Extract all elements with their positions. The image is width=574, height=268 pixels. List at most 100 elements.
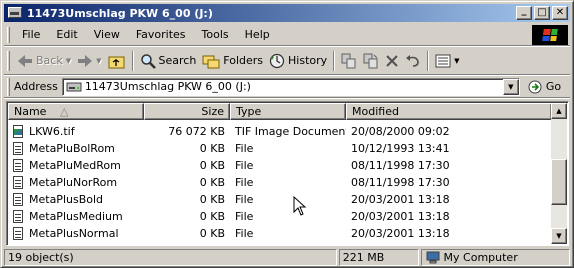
file-list[interactable]: Name △ Size Type Modified LKW6.tif 76 072… bbox=[6, 101, 569, 246]
menu-file[interactable]: File bbox=[14, 26, 48, 44]
toolbar-separator bbox=[131, 50, 134, 71]
minimize-button[interactable]: _ bbox=[516, 6, 532, 20]
menu-view[interactable]: View bbox=[86, 26, 128, 44]
cell-size: 0 KB bbox=[199, 142, 225, 155]
file-icon bbox=[11, 226, 25, 241]
search-icon bbox=[140, 53, 156, 69]
address-combobox[interactable]: 11473Umschlag PKW 6_00 (J:) ▼ bbox=[61, 77, 520, 96]
mouse-pointer-icon bbox=[293, 196, 307, 216]
tif-image-icon bbox=[11, 124, 25, 139]
menu-tools[interactable]: Tools bbox=[194, 26, 237, 44]
views-button[interactable]: ▼ bbox=[432, 49, 462, 73]
table-row[interactable]: MetaPlusBold 0 KB File 20/03/2001 13:18 bbox=[8, 191, 552, 208]
go-button[interactable]: Go bbox=[528, 80, 561, 94]
status-location: My Computer bbox=[420, 249, 570, 266]
forward-dropdown-icon: ▼ bbox=[96, 56, 102, 65]
close-button[interactable]: ✕ bbox=[552, 6, 568, 20]
table-row[interactable]: LKW6.tif 76 072 KB TIF Image Document 20/08… bbox=[8, 123, 552, 140]
back-button[interactable]: Back ▼ bbox=[14, 49, 74, 73]
maximize-button[interactable]: □ bbox=[534, 6, 550, 20]
address-label: Address bbox=[14, 80, 58, 93]
cell-name: MetaPlusMedium bbox=[8, 209, 144, 224]
standard-toolbar: Back ▼ ▼ Search Folders History ▼ bbox=[4, 47, 570, 75]
menu-grip[interactable] bbox=[7, 26, 10, 43]
chevron-up-icon: ▲ bbox=[556, 107, 562, 115]
move-to-button[interactable] bbox=[338, 49, 360, 73]
toolbar-grip[interactable] bbox=[7, 50, 10, 71]
search-button[interactable]: Search bbox=[137, 49, 200, 73]
search-label: Search bbox=[158, 54, 197, 67]
status-location-label: My Computer bbox=[443, 251, 518, 264]
cell-type: File bbox=[235, 210, 254, 223]
column-header-modified[interactable]: Modified bbox=[346, 103, 552, 120]
menu-help[interactable]: Help bbox=[237, 26, 278, 44]
close-icon: ✕ bbox=[555, 7, 565, 18]
file-icon bbox=[11, 158, 25, 173]
go-arrow-icon bbox=[528, 80, 542, 93]
history-label: History bbox=[288, 54, 328, 67]
status-size: 221 MB bbox=[338, 249, 419, 266]
forward-button[interactable]: ▼ bbox=[74, 49, 104, 73]
column-header-size[interactable]: Size bbox=[144, 103, 230, 120]
cell-size: 0 KB bbox=[199, 210, 225, 223]
chevron-down-icon: ▼ bbox=[508, 82, 514, 91]
scroll-thumb[interactable] bbox=[551, 159, 567, 205]
cell-modified: 08/11/1998 17:30 bbox=[351, 176, 450, 189]
table-row[interactable]: MetaPlusNormal 0 KB File 20/03/2001 13:18 bbox=[8, 225, 552, 242]
cell-modified: 10/12/1993 13:41 bbox=[351, 142, 450, 155]
column-header-name[interactable]: Name △ bbox=[8, 103, 144, 120]
drive-icon bbox=[7, 6, 23, 20]
file-icon bbox=[11, 175, 25, 190]
copy-to-icon bbox=[363, 53, 378, 68]
column-header-type[interactable]: Type bbox=[230, 103, 346, 120]
delete-icon bbox=[386, 54, 398, 67]
delete-button[interactable] bbox=[382, 49, 402, 73]
sort-ascending-icon: △ bbox=[59, 105, 69, 118]
cell-size: 76 072 KB bbox=[168, 125, 225, 138]
cell-size: 0 KB bbox=[199, 227, 225, 240]
menu-favorites[interactable]: Favorites bbox=[128, 26, 194, 44]
cell-name: MetaPluNorRom bbox=[8, 175, 144, 190]
cell-name: LKW6.tif bbox=[8, 124, 144, 139]
address-grip[interactable] bbox=[7, 77, 10, 96]
cell-modified: 08/11/1998 17:30 bbox=[351, 159, 450, 172]
file-name: LKW6.tif bbox=[29, 125, 75, 138]
move-to-icon bbox=[341, 53, 356, 68]
file-name: MetaPluBolRom bbox=[29, 142, 115, 155]
address-bar: Address 11473Umschlag PKW 6_00 (J:) ▼ Go bbox=[4, 76, 570, 98]
back-dropdown-icon: ▼ bbox=[65, 56, 72, 65]
title-bar[interactable]: 11473Umschlag PKW 6_00 (J:) _ □ ✕ bbox=[4, 4, 570, 22]
folders-icon bbox=[202, 55, 220, 68]
file-name: MetaPlusBold bbox=[29, 193, 104, 206]
cell-modified: 20/03/2001 13:18 bbox=[351, 227, 450, 240]
cell-modified: 20/03/2001 13:18 bbox=[351, 210, 450, 223]
status-objects: 19 object(s) bbox=[4, 249, 337, 266]
scroll-up-button[interactable]: ▲ bbox=[551, 103, 567, 119]
folders-button[interactable]: Folders bbox=[199, 49, 266, 73]
table-row[interactable]: MetaPlusMedium 0 KB File 20/03/2001 13:18 bbox=[8, 208, 552, 225]
cell-type: TIF Image Document bbox=[235, 125, 346, 138]
explorer-window: 11473Umschlag PKW 6_00 (J:) _ □ ✕ File E… bbox=[0, 0, 574, 268]
views-icon bbox=[435, 54, 451, 67]
address-dropdown-button[interactable]: ▼ bbox=[502, 78, 519, 95]
history-button[interactable]: History bbox=[266, 49, 330, 73]
table-row[interactable]: MetaPluMedRom 0 KB File 08/11/1998 17:30 bbox=[8, 157, 552, 174]
scroll-down-button[interactable]: ▼ bbox=[551, 228, 567, 244]
address-value[interactable]: 11473Umschlag PKW 6_00 (J:) bbox=[85, 80, 503, 93]
cell-modified: 20/08/2000 09:02 bbox=[351, 125, 450, 138]
file-name: MetaPlusNormal bbox=[29, 227, 119, 240]
table-row[interactable]: MetaPluBolRom 0 KB File 10/12/1993 13:41 bbox=[8, 140, 552, 157]
table-row[interactable]: MetaPluNorRom 0 KB File 08/11/1998 17:30 bbox=[8, 174, 552, 191]
cell-size: 0 KB bbox=[199, 193, 225, 206]
cell-modified: 20/03/2001 13:18 bbox=[351, 193, 450, 206]
up-folder-button[interactable] bbox=[105, 49, 129, 73]
copy-to-button[interactable] bbox=[360, 49, 382, 73]
toolbar-separator bbox=[333, 50, 336, 71]
file-icon bbox=[11, 209, 25, 224]
undo-button[interactable] bbox=[402, 49, 424, 73]
window-title: 11473Umschlag PKW 6_00 (J:) bbox=[27, 6, 213, 20]
vertical-scrollbar[interactable]: ▲ ▼ bbox=[551, 103, 567, 244]
menu-bar: File Edit View Favorites Tools Help bbox=[4, 24, 570, 46]
file-name: MetaPluNorRom bbox=[29, 176, 118, 189]
menu-edit[interactable]: Edit bbox=[48, 26, 85, 44]
